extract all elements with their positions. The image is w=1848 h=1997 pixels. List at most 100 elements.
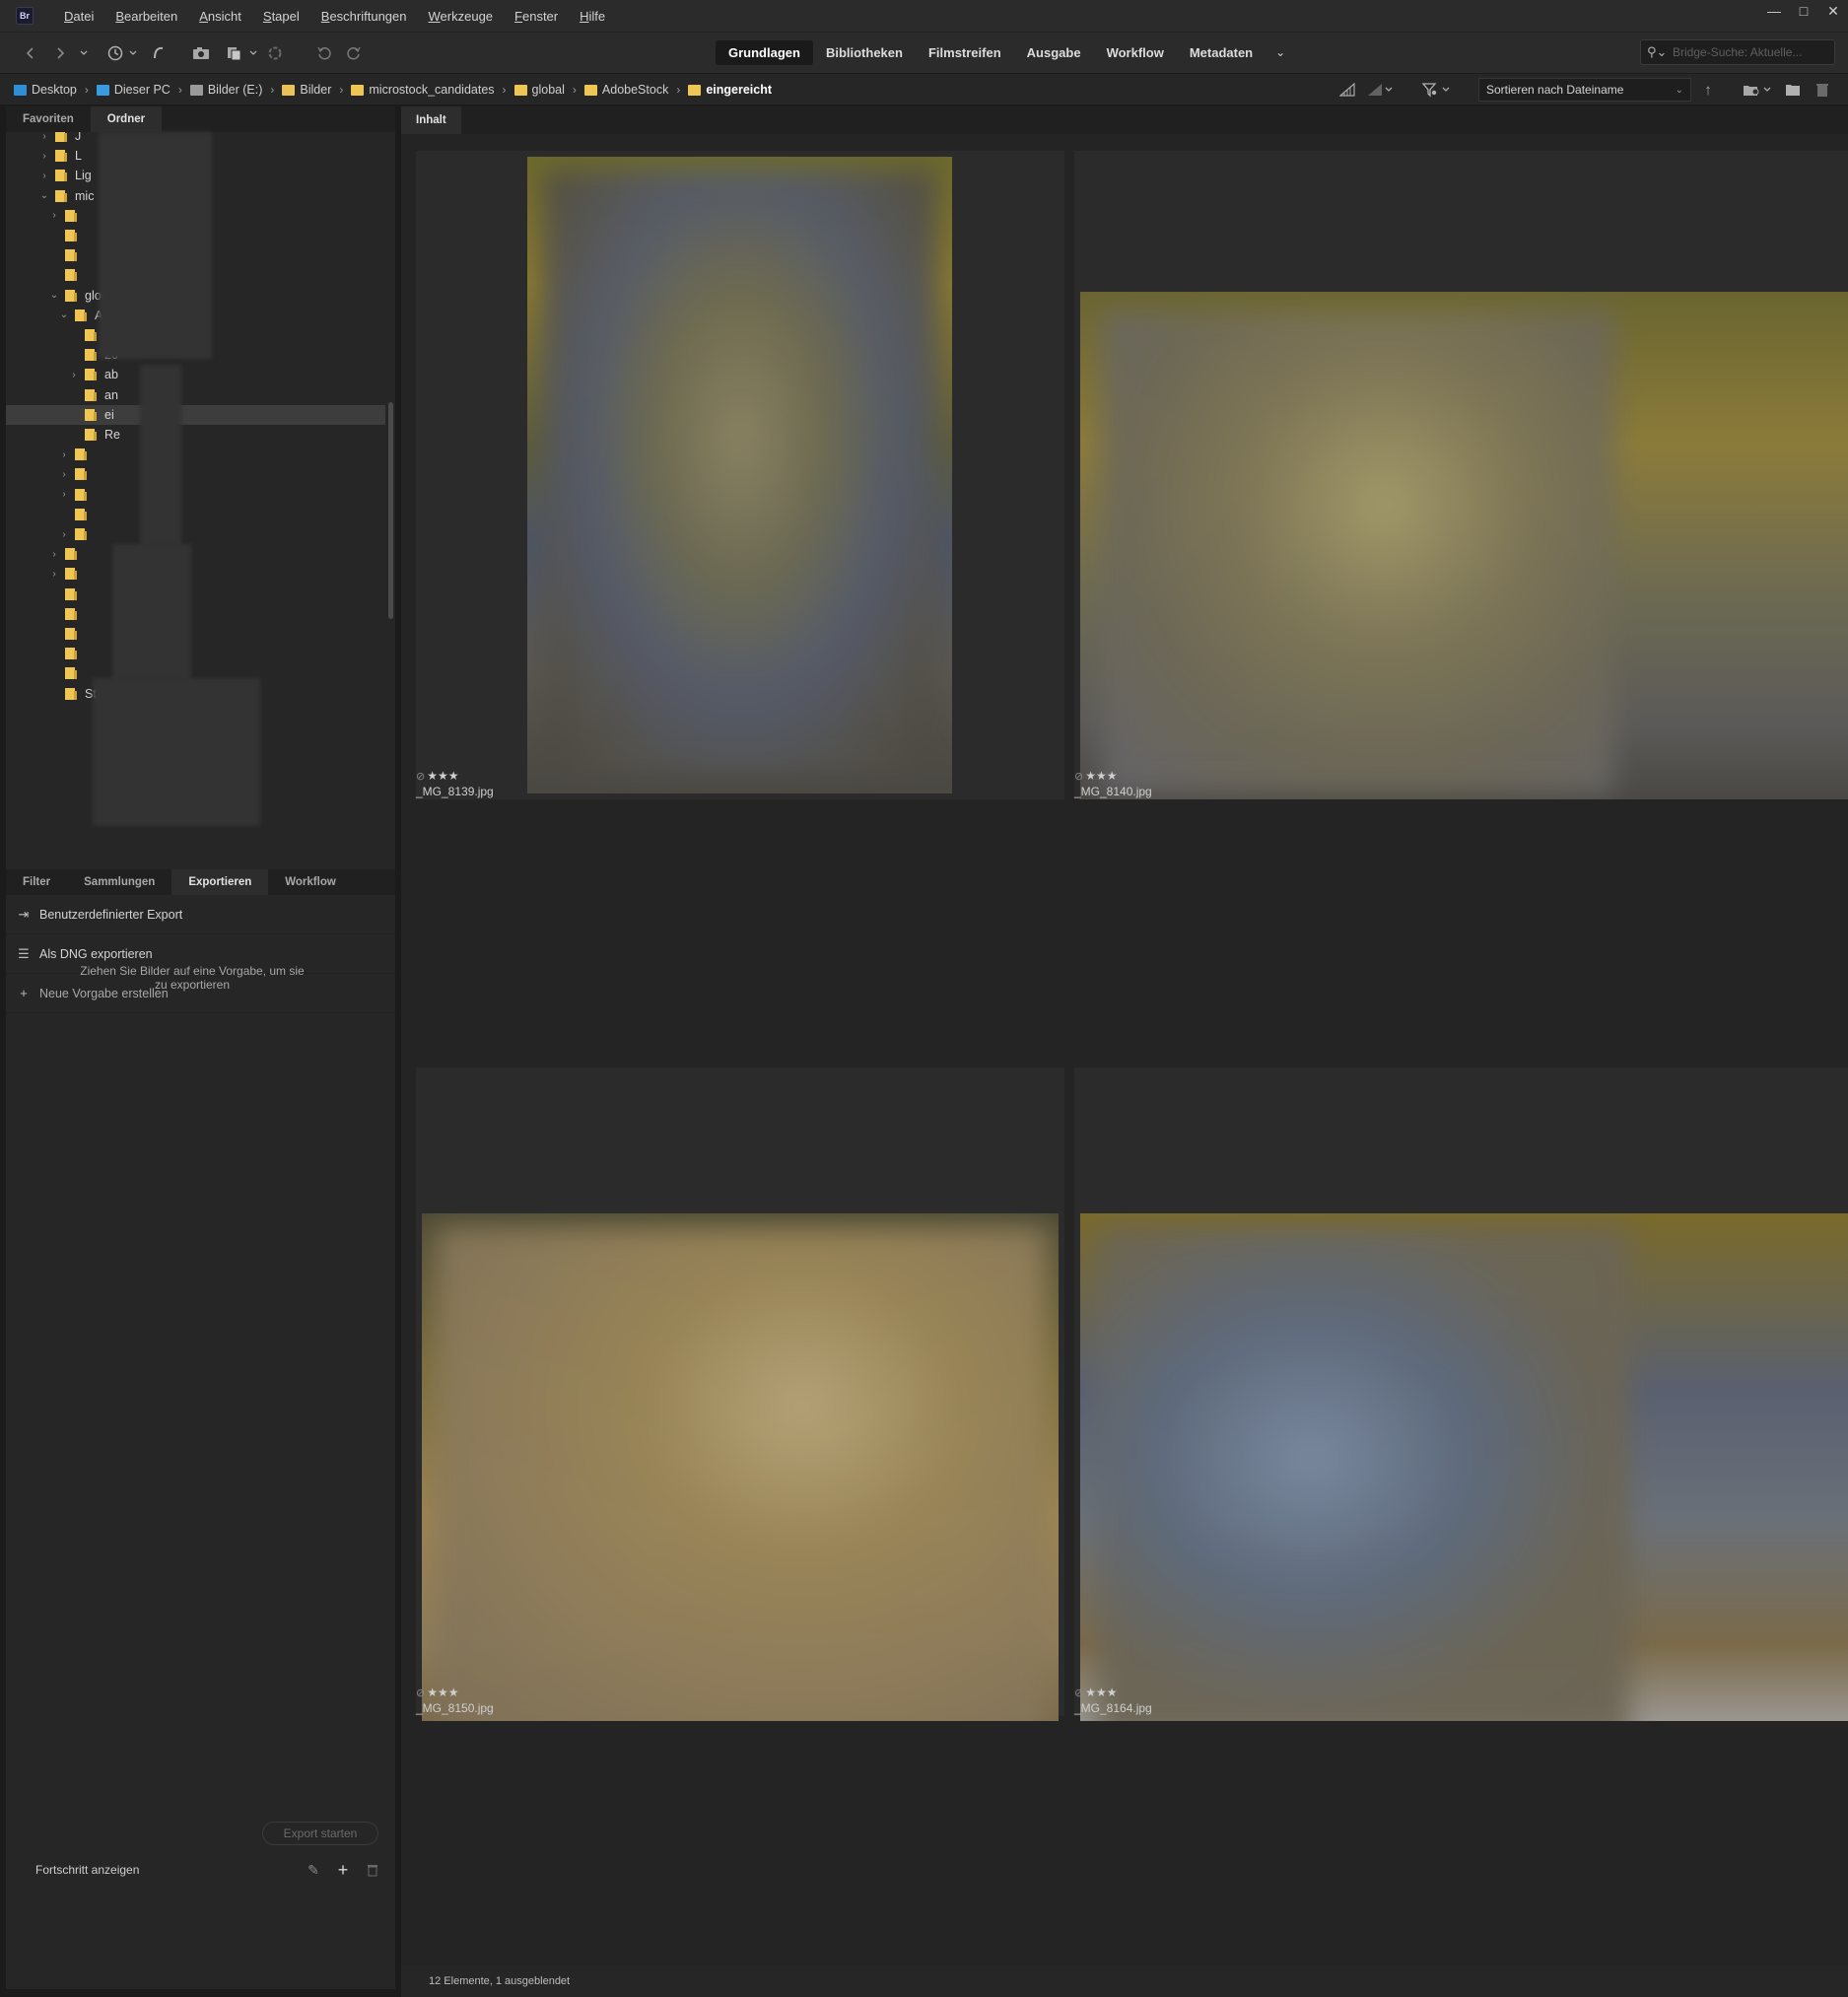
collapsed-chevron-icon[interactable]: › bbox=[37, 132, 51, 142]
add-icon[interactable]: + bbox=[334, 1860, 352, 1880]
breadcrumb-item[interactable]: eingereicht bbox=[688, 83, 772, 97]
tab-exportieren[interactable]: Exportieren bbox=[171, 869, 269, 895]
folder-tree-item[interactable]: › ab bbox=[6, 365, 385, 384]
menu-fenster[interactable]: Fenster bbox=[504, 9, 569, 24]
workspace-more-icon[interactable]: ⌄ bbox=[1266, 45, 1295, 59]
tree-scrollbar-thumb[interactable] bbox=[388, 402, 393, 619]
back-icon[interactable] bbox=[20, 42, 41, 64]
folder-tree-item[interactable] bbox=[6, 585, 385, 604]
sort-select[interactable]: Sortieren nach Dateiname ⌄ bbox=[1478, 78, 1691, 102]
search-icon[interactable]: ⚲⌄ bbox=[1647, 44, 1673, 60]
menu-werkzeuge[interactable]: Werkzeuge bbox=[418, 9, 505, 24]
breadcrumb-separator-icon[interactable]: › bbox=[85, 83, 89, 97]
thumbnail-cell[interactable] bbox=[1074, 151, 1848, 799]
export-preset-item[interactable]: ⇥ Benutzerdefinierter Export bbox=[6, 895, 395, 934]
collapsed-chevron-icon[interactable]: › bbox=[47, 569, 61, 580]
rotate-left-icon[interactable] bbox=[313, 42, 335, 64]
collapsed-chevron-icon[interactable]: › bbox=[37, 171, 51, 181]
breadcrumb-item[interactable]: microstock_candidates bbox=[351, 83, 495, 97]
collapsed-chevron-icon[interactable]: › bbox=[47, 210, 61, 221]
tab-ordner[interactable]: Ordner bbox=[90, 106, 163, 132]
folder-tree-item[interactable]: › bbox=[6, 445, 385, 464]
thumbnail-filename[interactable]: _MG_8140.jpg bbox=[1074, 785, 1152, 798]
workspace-tab-grundlagen[interactable]: Grundlagen bbox=[716, 39, 813, 65]
trash-icon[interactable] bbox=[1812, 79, 1833, 101]
thumbnail-rating[interactable]: ⊘ ★★★ bbox=[416, 1686, 459, 1699]
expanded-chevron-icon[interactable]: ⌄ bbox=[57, 310, 71, 320]
delete-icon[interactable] bbox=[364, 1861, 381, 1879]
refine-icon[interactable] bbox=[264, 42, 286, 64]
collapsed-chevron-icon[interactable]: › bbox=[67, 370, 81, 380]
folder-tree-item[interactable] bbox=[6, 505, 385, 524]
breadcrumb-separator-icon[interactable]: › bbox=[270, 83, 274, 97]
folder-tree-item[interactable]: › bbox=[6, 564, 385, 584]
breadcrumb-item[interactable]: Desktop bbox=[14, 83, 77, 97]
history-dropdown-icon[interactable] bbox=[122, 42, 144, 64]
breadcrumb-item[interactable]: Bilder (E:) bbox=[189, 83, 262, 97]
recent-dropdown-icon[interactable] bbox=[73, 42, 95, 64]
breadcrumb-item[interactable]: Dieser PC bbox=[96, 83, 171, 97]
export-start-button[interactable]: Export starten bbox=[262, 1822, 378, 1845]
camera-icon[interactable] bbox=[191, 42, 213, 64]
thumbnail-filename[interactable]: _MG_8150.jpg bbox=[416, 1701, 494, 1715]
breadcrumb-item[interactable]: Bilder bbox=[282, 83, 331, 97]
menu-stapel[interactable]: Stapel bbox=[252, 9, 310, 24]
menu-beschriftungen[interactable]: Beschriftungen bbox=[310, 9, 418, 24]
tab-workflow[interactable]: Workflow bbox=[268, 869, 353, 895]
collapsed-chevron-icon[interactable]: › bbox=[57, 469, 71, 480]
reject-icon[interactable]: ⊘ bbox=[416, 1687, 425, 1699]
thumbnail-image[interactable] bbox=[527, 157, 952, 793]
breadcrumb-item[interactable]: global bbox=[513, 83, 565, 97]
expanded-chevron-icon[interactable]: ⌄ bbox=[37, 190, 51, 201]
thumbnail-cell[interactable] bbox=[416, 151, 1064, 799]
copy-dropdown-icon[interactable] bbox=[242, 42, 264, 64]
folder-tree-item[interactable]: an nen bbox=[6, 385, 385, 405]
maximize-button[interactable]: □ bbox=[1789, 0, 1818, 22]
collapsed-chevron-icon[interactable]: › bbox=[57, 529, 71, 540]
close-button[interactable]: ✕ bbox=[1818, 0, 1848, 22]
show-progress-link[interactable]: Fortschritt anzeigen bbox=[35, 1863, 139, 1877]
rating-stars[interactable]: ★★★ bbox=[1085, 769, 1117, 783]
new-folder-icon[interactable] bbox=[1782, 79, 1804, 101]
rotate-right-icon[interactable] bbox=[343, 42, 365, 64]
search-input[interactable] bbox=[1673, 45, 1820, 59]
thumbnail-image[interactable] bbox=[1080, 292, 1848, 799]
thumbnail-rating[interactable]: ⊘ ★★★ bbox=[416, 769, 459, 783]
expanded-chevron-icon[interactable]: ⌄ bbox=[47, 290, 61, 301]
menu-bearbeiten[interactable]: Bearbeiten bbox=[104, 9, 188, 24]
workspace-tab-bibliotheken[interactable]: Bibliotheken bbox=[813, 40, 916, 65]
folder-tree-item[interactable]: › bbox=[6, 485, 385, 505]
collapsed-chevron-icon[interactable]: › bbox=[57, 489, 71, 500]
quality-dropdown-icon[interactable] bbox=[1378, 79, 1400, 101]
workspace-tab-workflow[interactable]: Workflow bbox=[1094, 40, 1177, 65]
breadcrumb-separator-icon[interactable]: › bbox=[503, 83, 507, 97]
boomerang-icon[interactable] bbox=[148, 42, 170, 64]
rating-stars[interactable]: ★★★ bbox=[427, 769, 458, 783]
folder-tree-item[interactable]: › bbox=[6, 464, 385, 484]
breadcrumb-separator-icon[interactable]: › bbox=[676, 83, 680, 97]
collapsed-chevron-icon[interactable]: › bbox=[37, 151, 51, 162]
quality-icon[interactable] bbox=[1336, 79, 1358, 101]
thumbnail-cell[interactable] bbox=[416, 1067, 1064, 1721]
folder-tree-item[interactable]: › bbox=[6, 524, 385, 544]
folder-tree-item[interactable] bbox=[6, 644, 385, 663]
tab-favoriten[interactable]: Favoriten bbox=[6, 106, 91, 132]
rating-stars[interactable]: ★★★ bbox=[427, 1686, 458, 1699]
folder-tree-item[interactable] bbox=[6, 604, 385, 624]
reject-icon[interactable]: ⊘ bbox=[416, 771, 425, 783]
sort-direction-icon[interactable]: ↑ bbox=[1697, 79, 1719, 101]
breadcrumb-separator-icon[interactable]: › bbox=[178, 83, 182, 97]
minimize-button[interactable]: — bbox=[1759, 0, 1789, 22]
filter-dropdown-icon[interactable] bbox=[1435, 79, 1457, 101]
folder-tree-item[interactable]: s bbox=[6, 624, 385, 644]
thumbnail-filename[interactable]: _MG_8139.jpg bbox=[416, 785, 494, 798]
collapsed-chevron-icon[interactable]: › bbox=[57, 449, 71, 460]
folder-tree-item[interactable]: › bbox=[6, 544, 385, 564]
thumbnail-rating[interactable]: ⊘ ★★★ bbox=[1074, 769, 1118, 783]
thumbnail-rating[interactable]: ⊘ ★★★ bbox=[1074, 1686, 1118, 1699]
folder-tree-item[interactable]: ei t bbox=[6, 404, 385, 425]
workspace-tab-ausgabe[interactable]: Ausgabe bbox=[1014, 40, 1094, 65]
rating-stars[interactable]: ★★★ bbox=[1085, 1686, 1117, 1699]
menu-datei[interactable]: Datei bbox=[53, 9, 104, 24]
tab-filter[interactable]: Filter bbox=[6, 869, 67, 895]
